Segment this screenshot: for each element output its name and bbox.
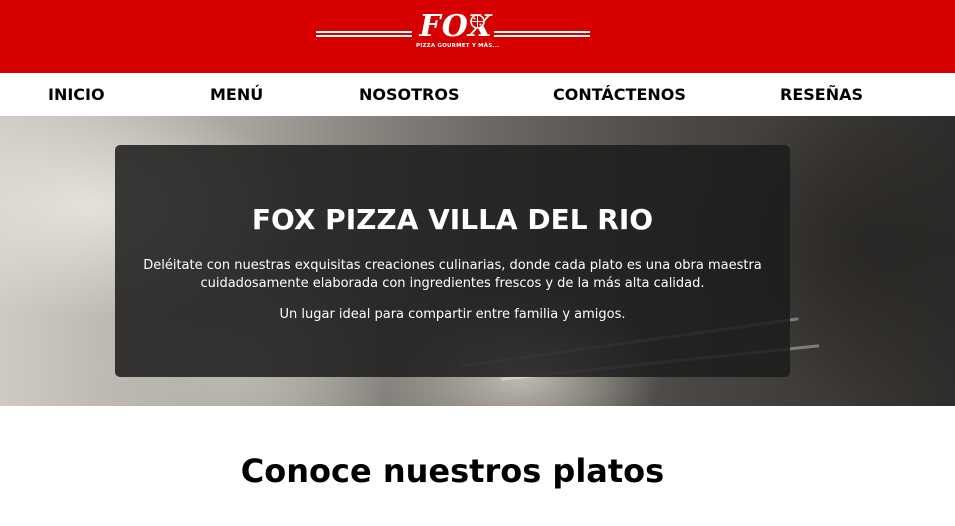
nav-item-nosotros[interactable]: NOSOTROS [359,85,459,105]
header-bar: FOX PIZZA GOURMET Y MÁS... [0,0,955,73]
pizza-slice-icon [470,14,485,29]
nav-item-contactenos[interactable]: CONTÁCTENOS [553,85,686,105]
hero-description: Deléitate con nuestras exquisitas creaci… [143,258,762,291]
hero-title: FOX PIZZA VILLA DEL RIO [251,203,654,236]
logo-tagline: PIZZA GOURMET Y MÁS... [416,43,500,49]
nav-item-menu[interactable]: MENÚ [210,85,263,105]
logo-right-line [494,31,590,37]
hero-banner: FOX PIZZA VILLA DEL RIO Deléitate con nu… [0,116,955,406]
main-nav: INICIO MENÚ NOSOTROS CONTÁCTENOS RESEÑAS [0,73,955,116]
logo[interactable]: FOX PIZZA GOURMET Y MÁS... [316,10,590,56]
nav-item-resenas[interactable]: RESEÑAS [780,85,863,105]
logo-left-line [316,31,412,37]
nav-item-inicio[interactable]: INICIO [48,85,105,105]
hero-subtext: Un lugar ideal para compartir entre fami… [279,307,626,322]
hero-card: FOX PIZZA VILLA DEL RIO Deléitate con nu… [115,145,790,377]
section-title: Conoce nuestros platos [240,452,665,490]
